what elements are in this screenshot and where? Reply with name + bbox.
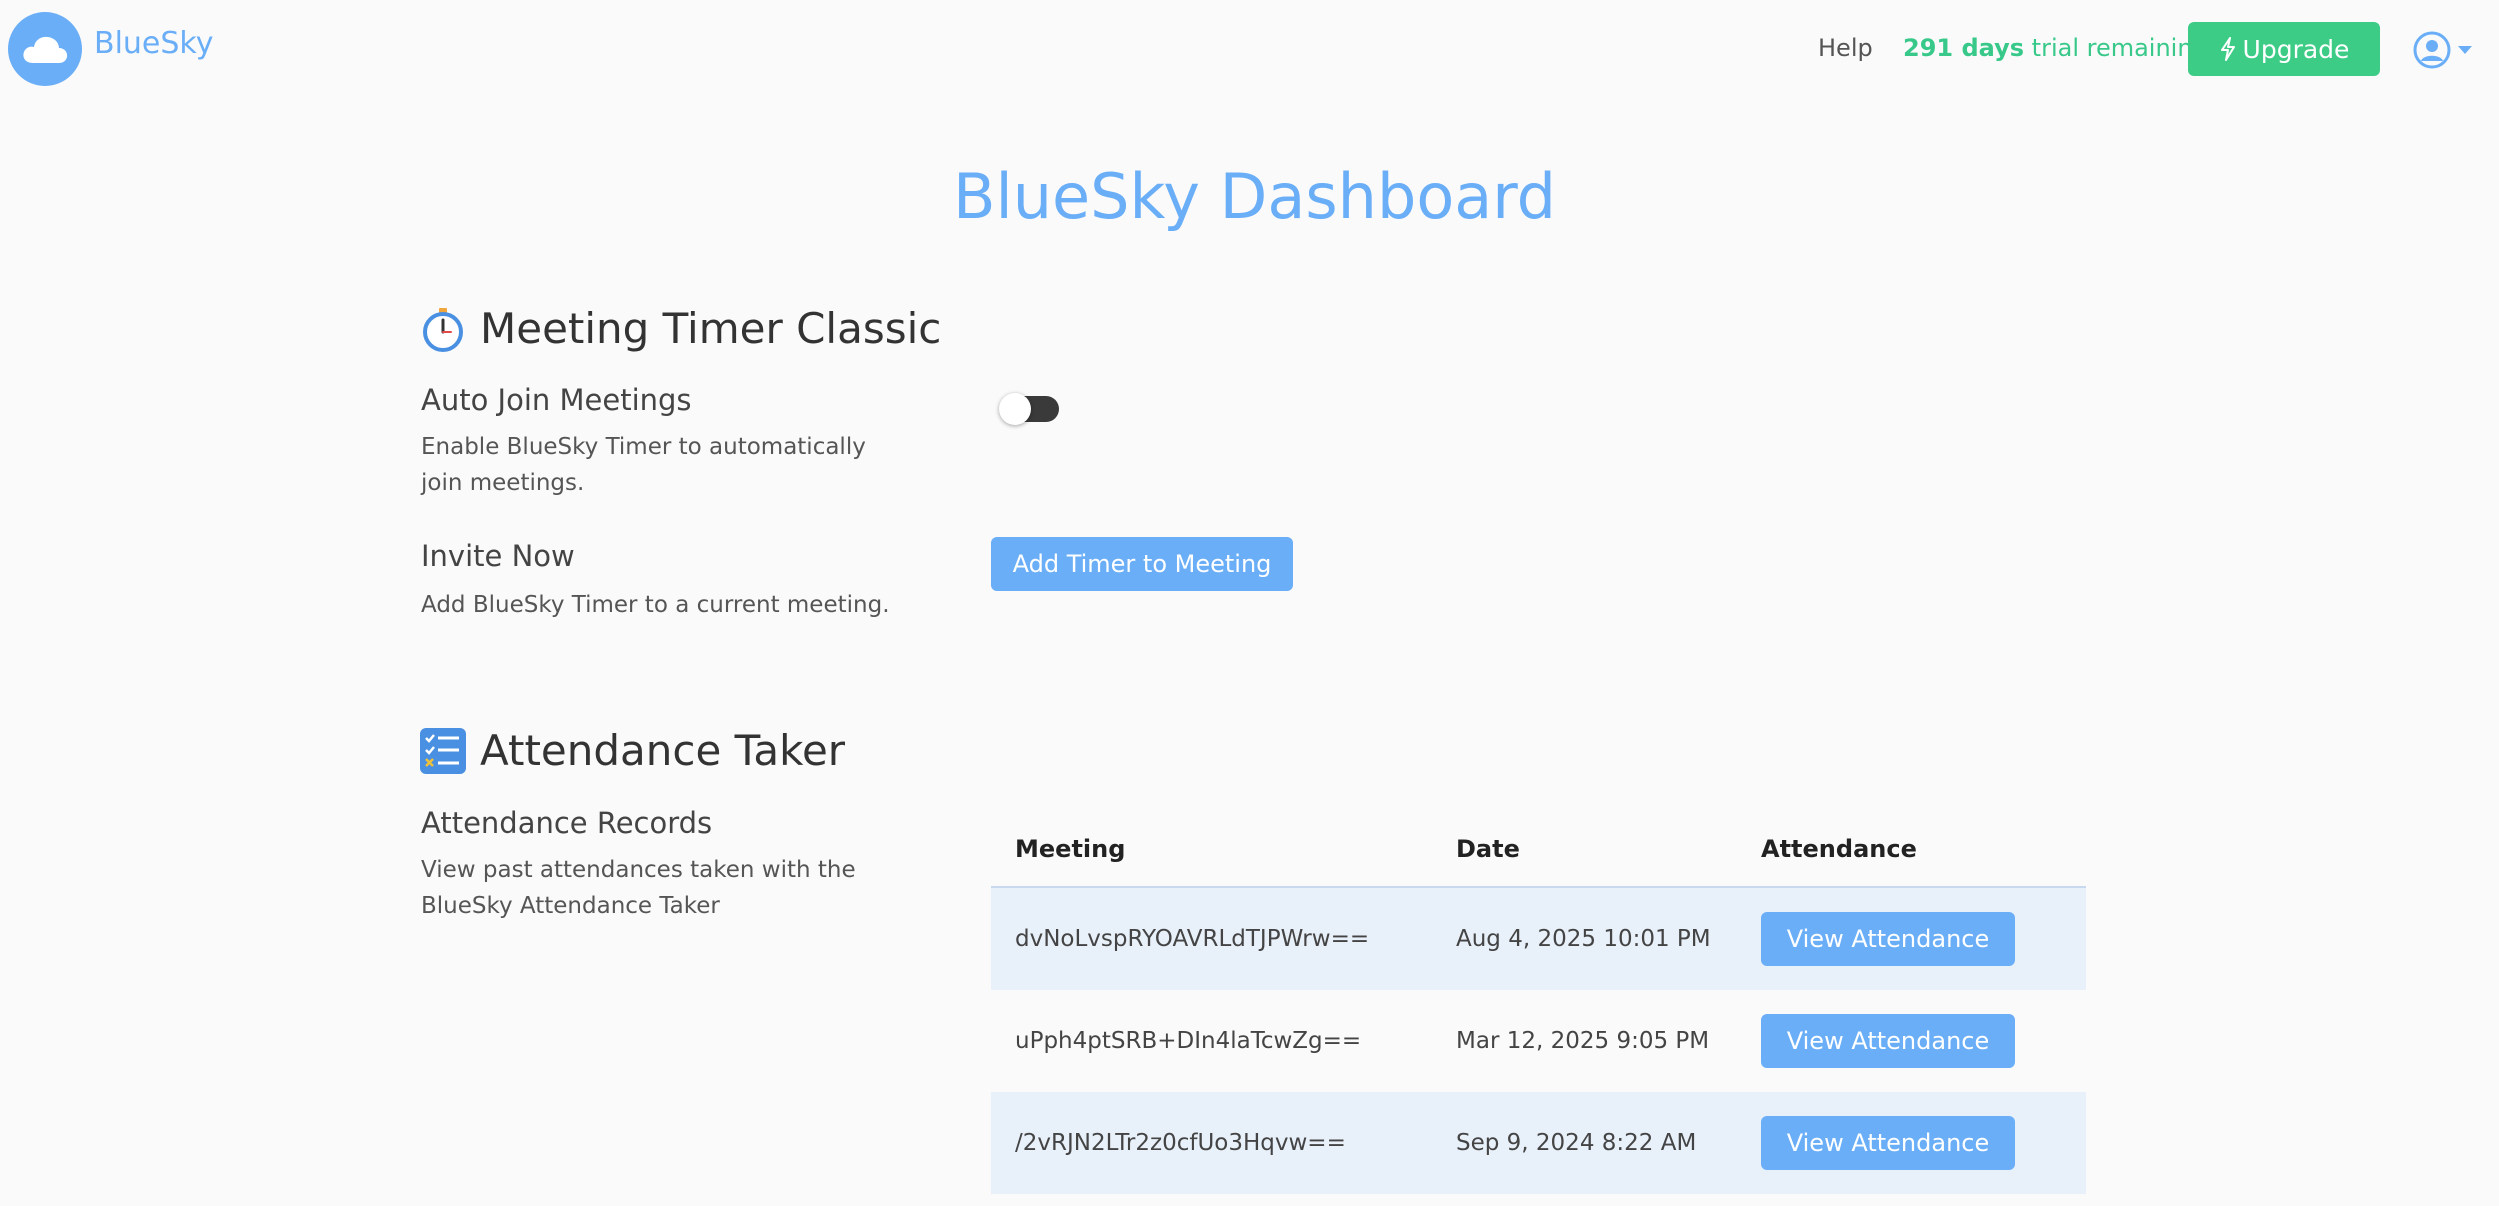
meeting-date: Sep 9, 2024 8:22 AM [1456,1130,1697,1156]
attendance-records-title: Attendance Records [421,806,713,840]
top-navbar: BlueSky Help 291 days trial remaining Up… [0,0,2499,100]
column-header-attendance: Attendance [1761,835,1917,863]
meeting-date: Mar 12, 2025 9:05 PM [1456,1028,1710,1054]
user-circle-icon [2413,31,2451,69]
attendance-cell: View Attendance [1761,1014,2086,1068]
invite-now-title: Invite Now [421,539,575,573]
view-attendance-button[interactable]: View Attendance [1761,912,2015,966]
view-attendance-button[interactable]: View Attendance [1761,1014,2015,1068]
column-header-date: Date [1456,835,1520,863]
cloud-icon[interactable] [8,12,82,86]
trial-status: 291 days trial remaining [1903,34,2208,62]
chevron-down-icon [2458,46,2472,54]
invite-now-description: Add BlueSky Timer to a current meeting. [421,592,890,618]
meeting-id: /2vRJN2LTr2z0cfUo3Hqvw== [1015,1130,1346,1156]
attendance-records-description: View past attendances taken with the Blu… [421,857,856,919]
account-menu[interactable] [2412,28,2472,72]
meeting-timer-title: Meeting Timer Classic [480,304,942,353]
attendance-cell: View Attendance [1761,912,2086,966]
brand-name[interactable]: BlueSky [94,26,214,61]
column-header-meeting: Meeting [1015,835,1126,863]
checklist-icon [420,727,466,774]
page-title: BlueSky Dashboard [952,160,1557,233]
auto-join-toggle[interactable] [999,393,1059,425]
meeting-id: dvNoLvspRYOAVRLdTJPWrw== [1015,926,1370,952]
trial-suffix: trial remaining [2024,34,2208,62]
view-attendance-button[interactable]: View Attendance [1761,1116,2015,1170]
attendance-table: Meeting Date Attendance dvNoLvspRYOAVRLd… [991,812,2086,1194]
table-row: dvNoLvspRYOAVRLdTJPWrw== Aug 4, 2025 10:… [991,888,2086,990]
meeting-timer-heading: Meeting Timer Classic [420,304,941,353]
auto-join-title: Auto Join Meetings [421,383,692,417]
table-row: /2vRJN2LTr2z0cfUo3Hqvw== Sep 9, 2024 8:2… [991,1092,2086,1194]
meeting-id: uPph4ptSRB+DIn4laTcwZg== [1015,1028,1362,1054]
meeting-date: Aug 4, 2025 10:01 PM [1456,926,1711,952]
table-row: uPph4ptSRB+DIn4laTcwZg== Mar 12, 2025 9:… [991,990,2086,1092]
auto-join-description: Enable BlueSky Timer to automatically jo… [421,434,866,496]
stopwatch-icon [423,307,463,352]
table-header: Meeting Date Attendance [991,812,2086,888]
toggle-knob [999,393,1031,425]
attendance-cell: View Attendance [1761,1116,2086,1170]
attendance-taker-heading: Attendance Taker [420,726,845,775]
lightning-icon [2220,37,2235,61]
upgrade-button[interactable]: Upgrade [2188,22,2380,76]
attendance-taker-title: Attendance Taker [480,726,846,775]
trial-days: 291 days [1903,34,2025,62]
help-link[interactable]: Help [1818,34,1873,62]
upgrade-label: Upgrade [2242,34,2350,64]
add-timer-button[interactable]: Add Timer to Meeting [991,537,1293,591]
